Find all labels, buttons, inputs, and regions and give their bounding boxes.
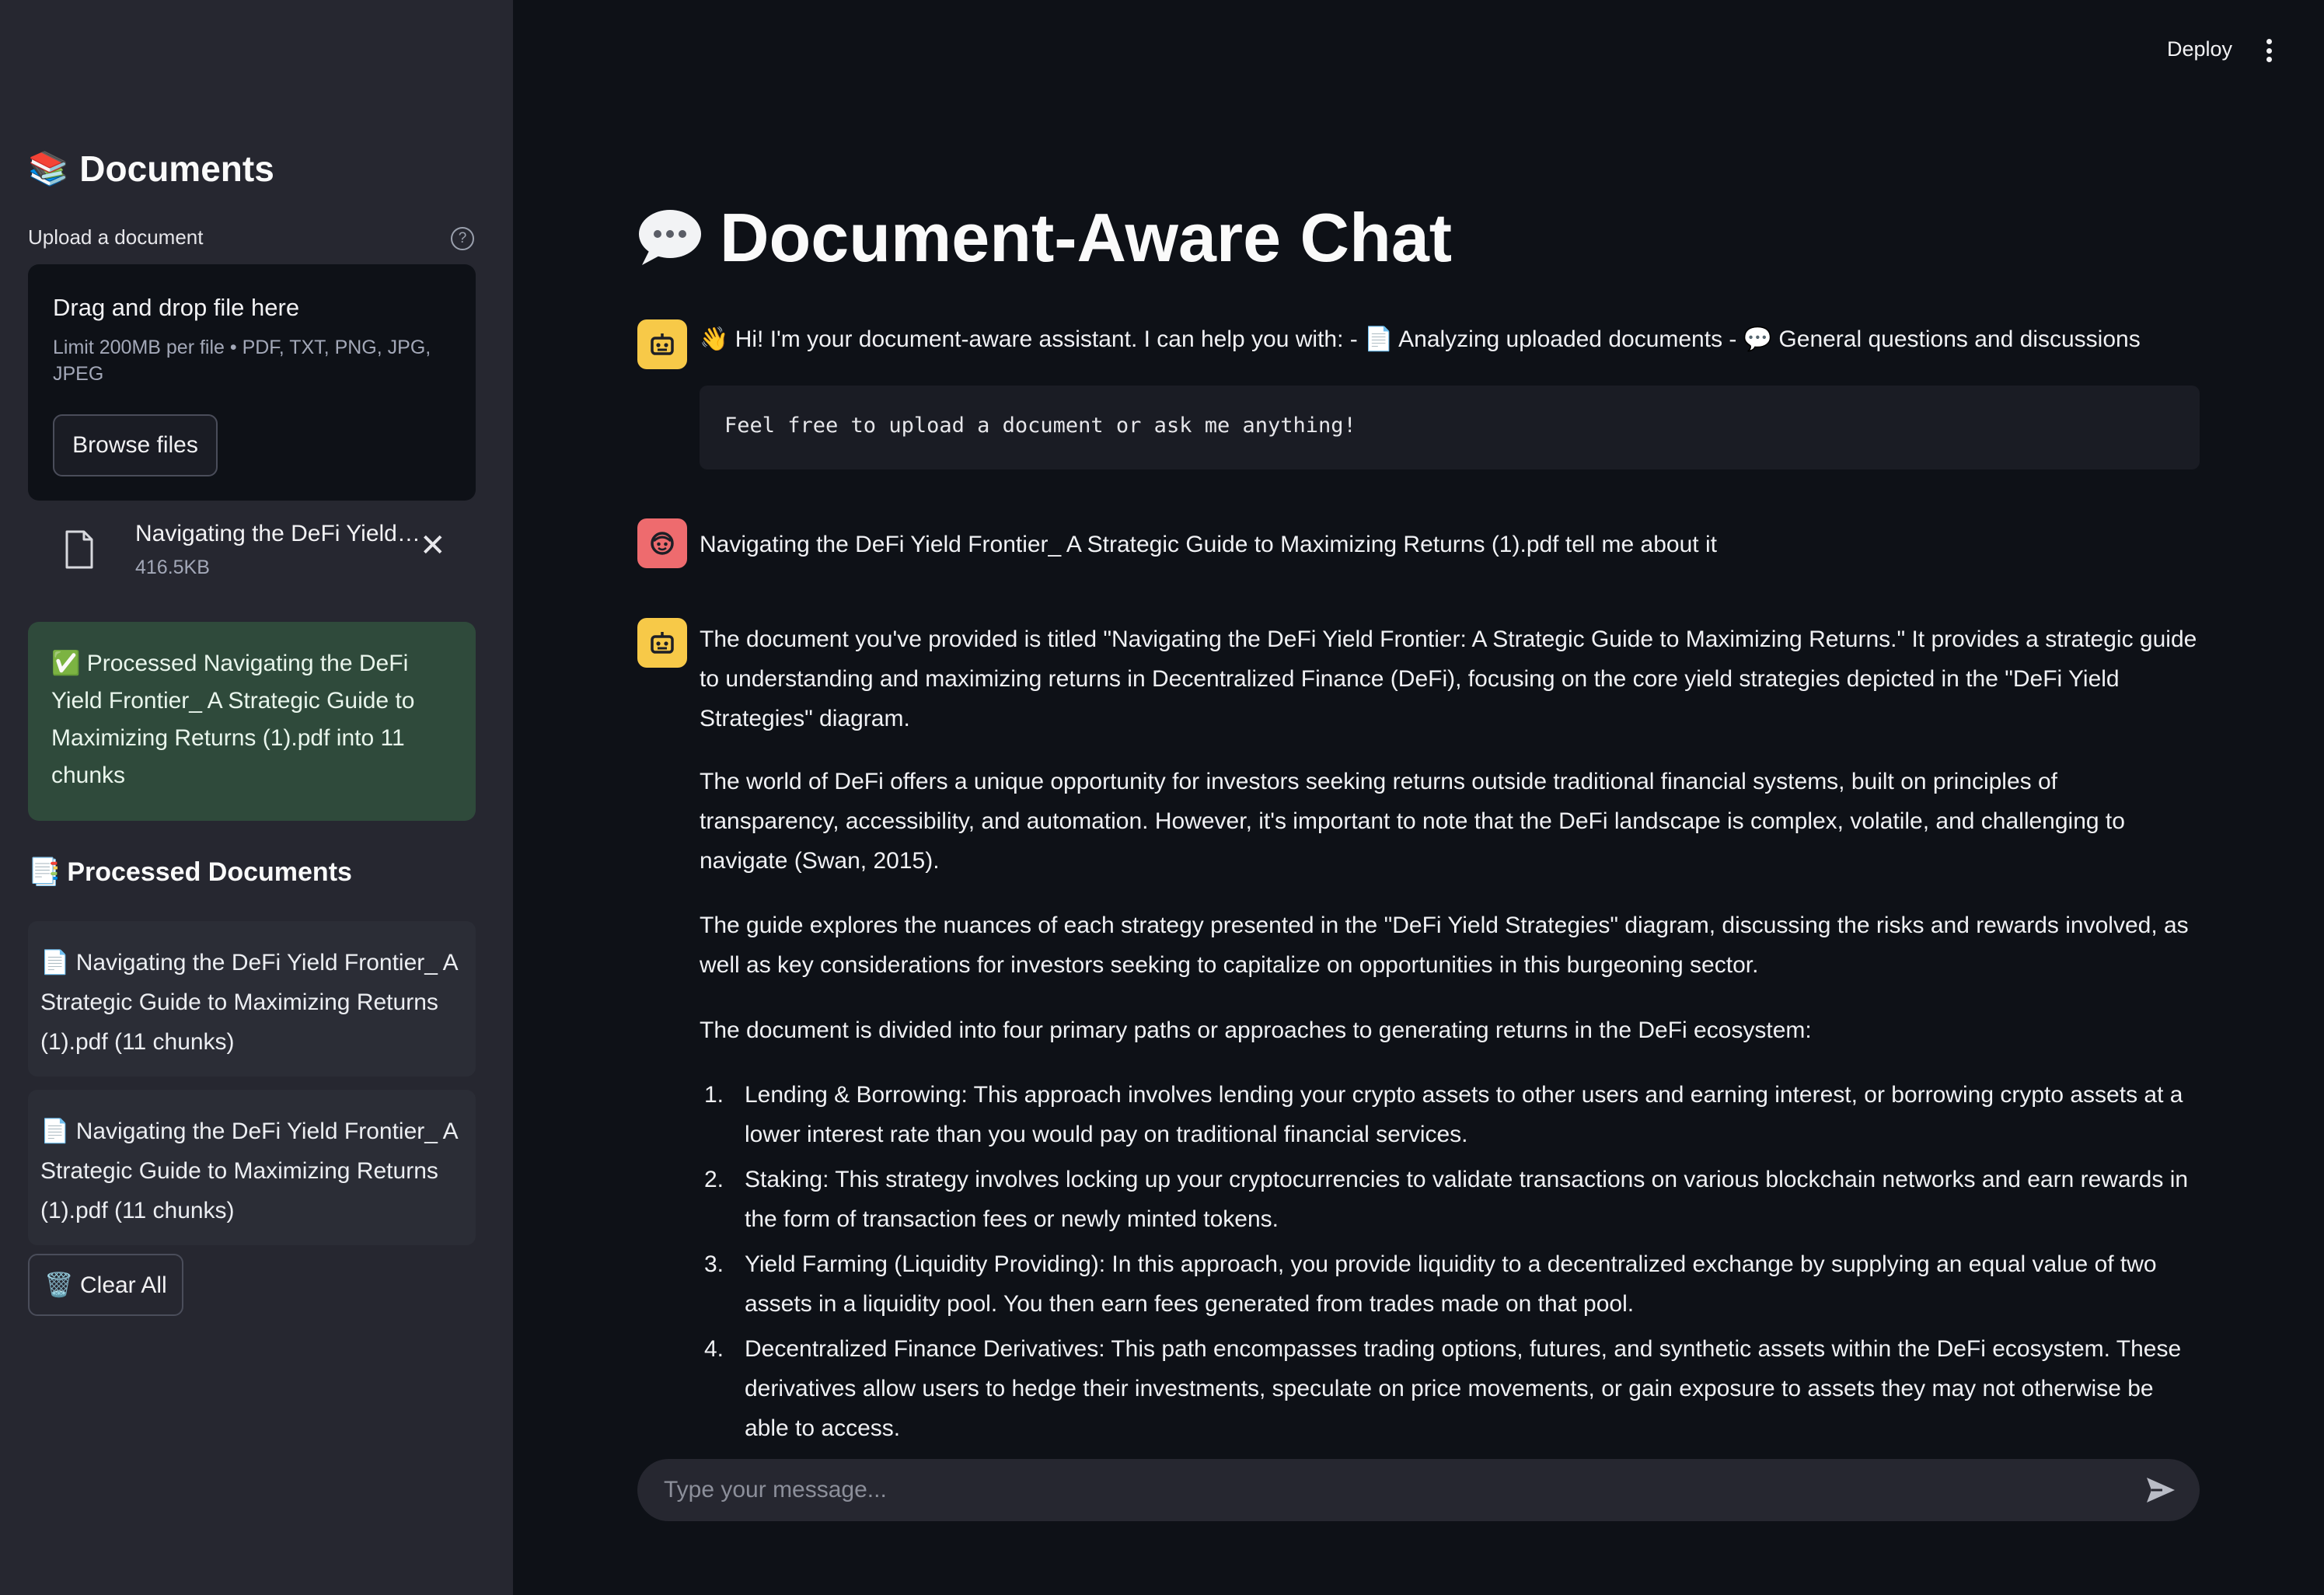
send-icon[interactable] <box>2144 1473 2178 1507</box>
help-icon[interactable]: ? <box>451 227 474 250</box>
list-item-number: 3. <box>704 1251 724 1277</box>
list-item-number: 1. <box>704 1082 724 1108</box>
list-item-number: 2. <box>704 1167 724 1192</box>
assistant-avatar <box>637 319 687 369</box>
uploaded-file-size: 416.5KB <box>135 557 210 578</box>
list-item-number: 4. <box>704 1336 724 1362</box>
list-item-text: Staking: This strategy involves locking … <box>745 1167 2189 1232</box>
speech-bubble-icon <box>639 210 701 265</box>
remove-file-icon[interactable]: ✕ <box>420 530 446 561</box>
list-item: 1. Lending & Borrowing: This approach in… <box>700 1075 2200 1154</box>
processed-doc-item: 📄 Navigating the DeFi Yield Frontier_ A … <box>28 921 476 1077</box>
assistant-paragraph: The document you've provided is titled "… <box>700 626 2197 731</box>
browse-files-button[interactable]: Browse files <box>53 414 218 476</box>
success-alert: ✅ Processed Navigating the DeFi Yield Fr… <box>28 622 476 821</box>
assistant-paragraph: The document is divided into four primar… <box>700 1017 1812 1043</box>
more-options-icon[interactable] <box>2265 39 2273 62</box>
chat-message-input[interactable] <box>664 1459 2125 1521</box>
sidebar-title-text: Documents <box>79 148 274 189</box>
list-item-text: Yield Farming (Liquidity Providing): In … <box>745 1251 2157 1317</box>
list-item-text: Decentralized Finance Derivatives: This … <box>745 1336 2182 1441</box>
uploaded-file: Navigating the DeFi Yield… 416.5KB ✕ <box>28 513 476 591</box>
dropzone-limit: Limit 200MB per file • PDF, TXT, PNG, JP… <box>53 337 431 385</box>
processed-documents-title-text: Processed Documents <box>67 857 352 887</box>
uploaded-file-name: Navigating the DeFi Yield… <box>135 521 420 546</box>
list-item-text: Lending & Borrowing: This approach invol… <box>745 1082 2183 1147</box>
file-dropzone[interactable]: Drag and drop file here Limit 200MB per … <box>28 264 476 501</box>
processed-doc-item: 📄 Navigating the DeFi Yield Frontier_ A … <box>28 1090 476 1245</box>
code-block: Feel free to upload a document or ask me… <box>700 386 2200 469</box>
user-face-icon <box>651 532 674 555</box>
assistant-avatar <box>637 618 687 668</box>
file-icon <box>65 530 93 569</box>
list-item: 2. Staking: This strategy involves locki… <box>700 1160 2200 1239</box>
processed-documents-title: 📑 Processed Documents <box>28 857 352 888</box>
list-item: 3. Yield Farming (Liquidity Providing): … <box>700 1244 2200 1324</box>
deploy-button[interactable]: Deploy <box>2167 37 2232 61</box>
chat-input-container <box>637 1459 2200 1521</box>
robot-icon <box>651 632 674 654</box>
assistant-paragraph: The guide explores the nuances of each s… <box>700 913 2189 978</box>
bookmark-tabs-icon: 📑 <box>28 857 61 887</box>
page-title-text: Document-Aware Chat <box>720 199 1453 276</box>
clear-all-button[interactable]: 🗑️ Clear All <box>28 1254 183 1316</box>
dropzone-title: Drag and drop file here <box>53 294 300 321</box>
assistant-ordered-list: 1. Lending & Borrowing: This approach in… <box>700 1075 2200 1454</box>
upload-label: Upload a document <box>28 225 204 249</box>
assistant-paragraph: The world of DeFi offers a unique opport… <box>700 769 2125 874</box>
user-message-text: Navigating the DeFi Yield Frontier_ A St… <box>700 532 1717 557</box>
list-item: 4. Decentralized Finance Derivatives: Th… <box>700 1329 2200 1448</box>
robot-icon <box>651 333 674 355</box>
page-title: Document-Aware Chat <box>636 198 1452 277</box>
sidebar-title: 📚 Documents <box>28 148 274 190</box>
user-avatar <box>637 518 687 568</box>
books-icon: 📚 <box>28 149 69 187</box>
assistant-message-text: 👋 Hi! I'm your document-aware assistant.… <box>700 326 2141 352</box>
sidebar: 📚 Documents Upload a document ? Drag and… <box>0 0 513 1595</box>
